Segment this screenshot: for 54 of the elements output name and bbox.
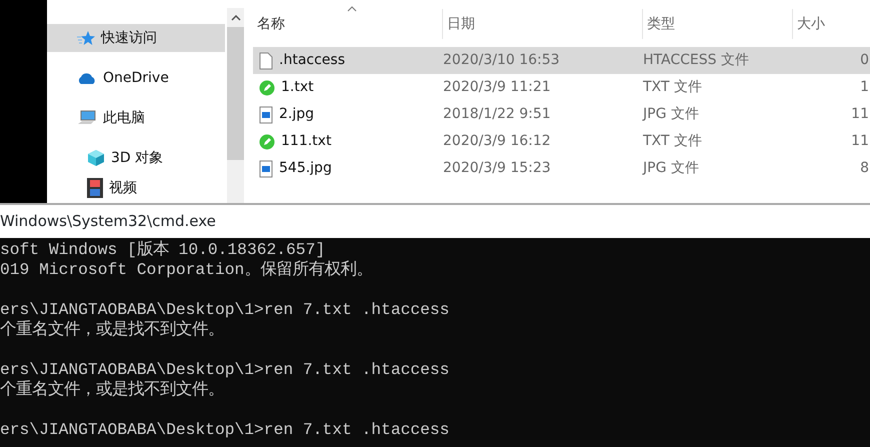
- film-icon: [87, 178, 103, 198]
- column-header[interactable]: 日期: [443, 8, 643, 38]
- file-date: 2018/1/22 9:51: [443, 105, 552, 124]
- file-type: TXT 文件: [643, 132, 703, 151]
- file-name: 1.txt: [281, 78, 314, 97]
- console-line: soft Windows [版本 10.0.18362.657]: [0, 240, 326, 260]
- computer-icon: [77, 110, 97, 126]
- console-line: ers\JIANGTAOBABA\Desktop\1>ren 7.txt .htaccess: [0, 360, 450, 380]
- file-date: 2020/3/9 11:21: [443, 78, 552, 97]
- nav-item[interactable]: 快速访问: [47, 24, 225, 52]
- nav-item[interactable]: OneDrive: [47, 64, 225, 92]
- console-line: ers\JIANGTAOBABA\Desktop\1>ren 7.txt .htaccess: [0, 420, 450, 440]
- file-type: JPG 文件: [643, 105, 700, 124]
- console-line: ers\JIANGTAOBABA\Desktop\1>ren 7.txt .htaccess: [0, 300, 450, 320]
- scrollbar[interactable]: [227, 8, 244, 203]
- sort-caret-icon: [347, 6, 357, 12]
- file-type: HTACCESS 文件: [643, 51, 750, 70]
- nav-item[interactable]: 3D 对象: [47, 144, 225, 172]
- console-line: 019 Microsoft Corporation。保留所有权利。: [0, 260, 372, 280]
- console-line: 个重名文件，或是找不到文件。: [0, 320, 224, 340]
- image-file-icon: [259, 106, 273, 124]
- file-size: 0: [859, 51, 870, 70]
- file-size: 11: [850, 132, 870, 151]
- file-row[interactable]: 1.txt 2020/3/9 11:21 TXT 文件 1: [253, 74, 870, 101]
- scroll-up-icon[interactable]: [230, 14, 240, 20]
- cloud-icon: [77, 72, 97, 84]
- file-name: 2.jpg: [279, 105, 314, 124]
- file-date: 2020/3/10 16:53: [443, 51, 561, 70]
- file-row[interactable]: 2.jpg 2018/1/22 9:51 JPG 文件 11: [253, 101, 870, 128]
- star-icon: [77, 30, 95, 46]
- file-date: 2020/3/9 16:12: [443, 132, 552, 151]
- file-name: 545.jpg: [279, 159, 332, 178]
- file-row[interactable]: 545.jpg 2020/3/9 15:23 JPG 文件 8: [253, 155, 870, 182]
- cube-icon: [87, 149, 105, 167]
- file-name: .htaccess: [279, 51, 345, 70]
- nav-item[interactable]: 视频: [47, 174, 225, 202]
- file-size: 11: [850, 105, 870, 124]
- pencil-icon: [259, 80, 275, 96]
- file-row[interactable]: 111.txt 2020/3/9 16:12 TXT 文件 11: [253, 128, 870, 155]
- console-line: 个重名文件，或是找不到文件。: [0, 380, 224, 400]
- file-name: 111.txt: [281, 132, 332, 151]
- file-type: JPG 文件: [643, 159, 700, 178]
- column-header[interactable]: 类型: [643, 8, 793, 38]
- file-row[interactable]: .htaccess 2020/3/10 16:53 HTACCESS 文件 0: [253, 47, 870, 74]
- file-size: 1: [859, 78, 870, 97]
- column-header[interactable]: 大小: [793, 8, 870, 38]
- file-icon: [259, 52, 273, 70]
- nav-item[interactable]: 此电脑: [47, 104, 225, 132]
- column-header[interactable]: 名称: [253, 8, 443, 38]
- file-date: 2020/3/9 15:23: [443, 159, 552, 178]
- file-type: TXT 文件: [643, 78, 703, 97]
- image-file-icon: [259, 160, 273, 178]
- file-size: 8: [859, 159, 870, 178]
- pencil-icon: [259, 134, 275, 150]
